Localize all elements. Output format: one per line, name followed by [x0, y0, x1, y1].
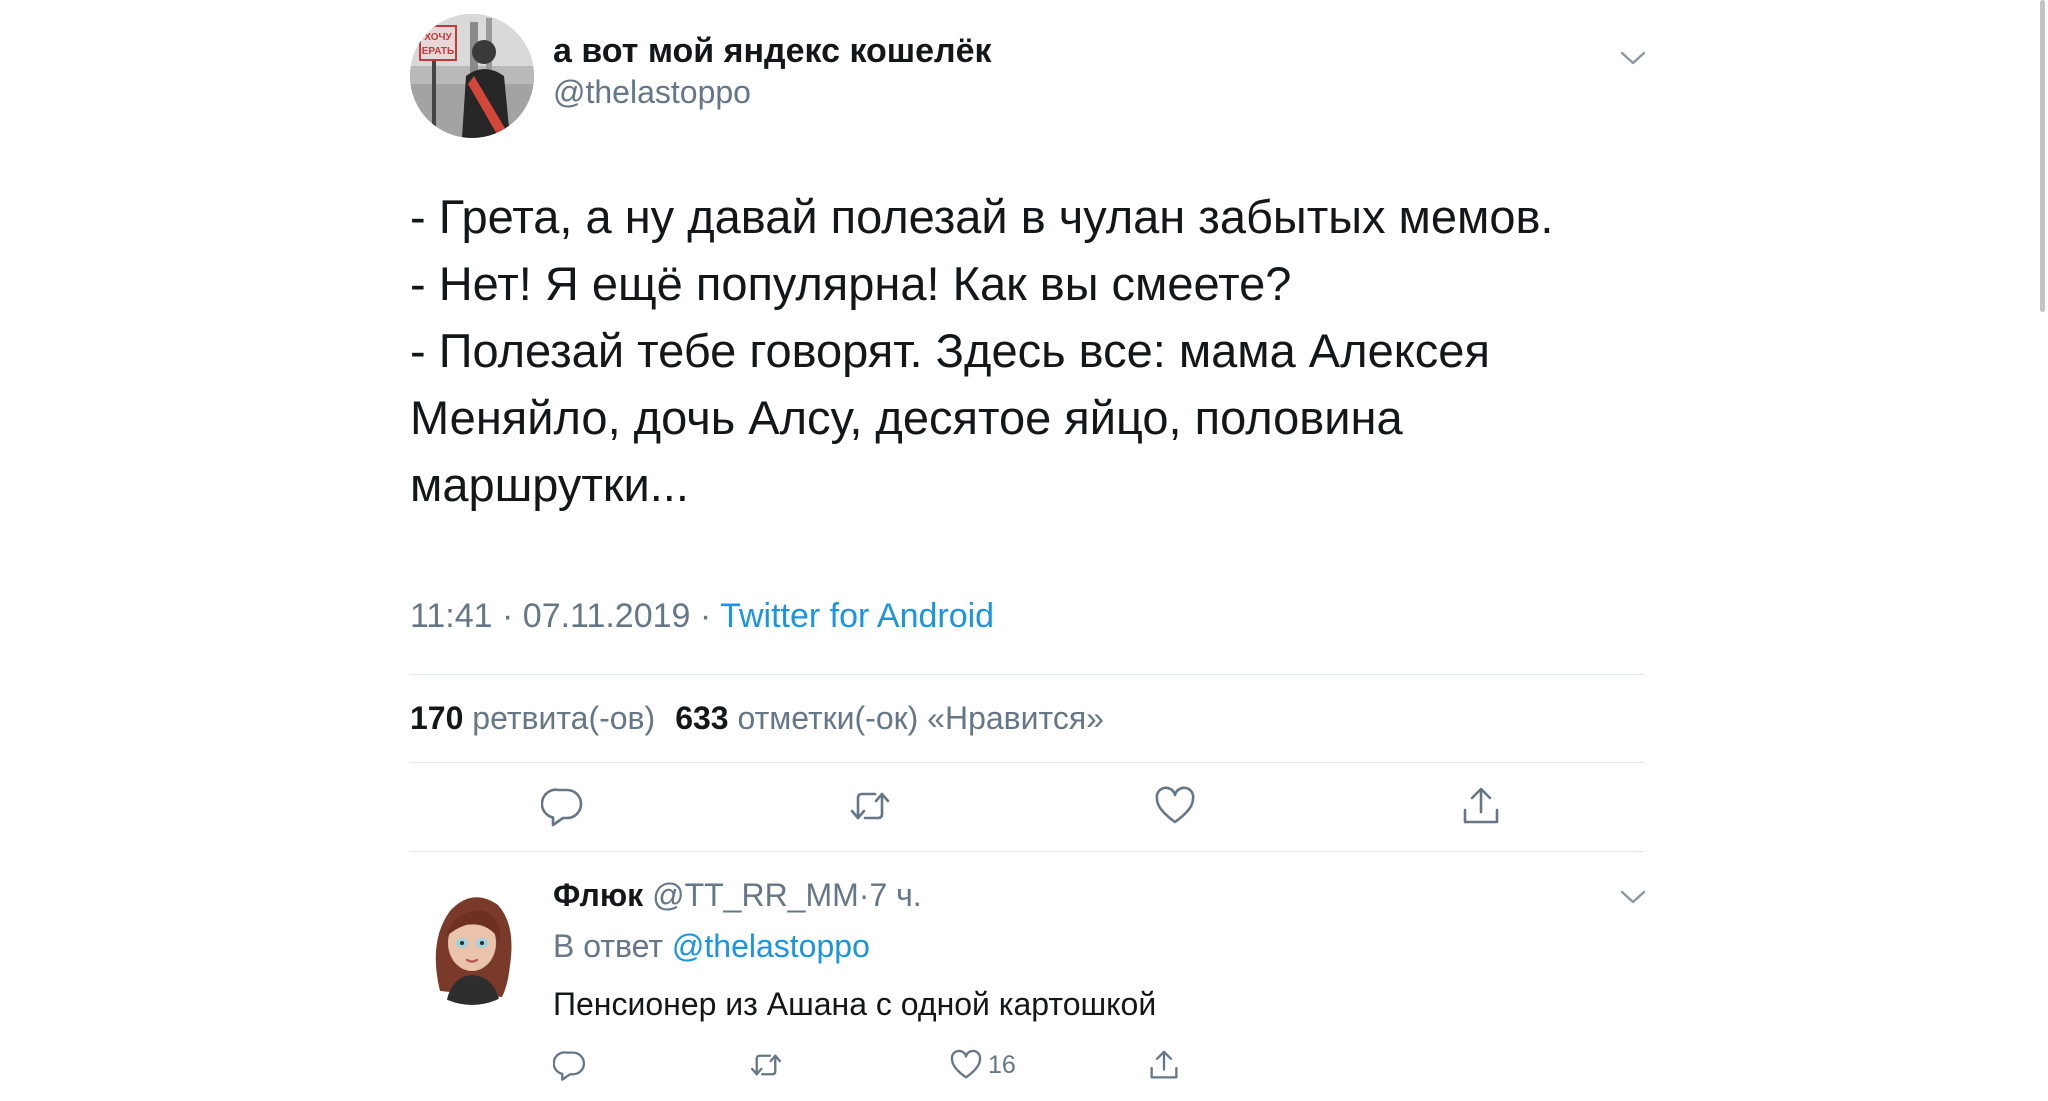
reply-to-line: В ответ @thelastoppo — [553, 928, 870, 965]
likes-stat[interactable]: 633 отметки(-ок) «Нравится» — [675, 700, 1104, 736]
like-icon[interactable] — [1153, 784, 1197, 828]
tweet-stats: 170 ретвита(-ов) 633 отметки(-ок) «Нравит… — [410, 700, 1104, 737]
reply-to-mention[interactable]: @thelastoppo — [672, 928, 870, 964]
avatar-sign-line-2: ЕРАТЬ — [422, 46, 454, 57]
reply-author-name[interactable]: Флюк — [553, 877, 643, 913]
reply-separator: · — [858, 877, 870, 913]
reply-header: Флюк @TT_RR_MM·7 ч. — [553, 877, 922, 914]
chevron-down-icon[interactable] — [1618, 887, 1648, 907]
tweet-text: - Грета, а ну давай полезай в чулан забы… — [410, 183, 1660, 518]
tweet-text-line: - Полезай тебе говорят. Здесь все: мама … — [410, 324, 1490, 377]
meta-separator: · — [502, 597, 514, 635]
chevron-down-icon[interactable] — [1618, 48, 1648, 68]
reply-icon[interactable] — [553, 1048, 587, 1082]
divider — [410, 674, 1644, 675]
retweet-icon[interactable] — [848, 784, 892, 828]
likes-count: 633 — [675, 700, 729, 736]
reply-icon[interactable] — [541, 784, 585, 828]
reply-author-avatar[interactable] — [410, 881, 534, 1005]
retweets-count: 170 — [410, 700, 464, 736]
like-icon[interactable] — [949, 1048, 983, 1082]
tweet-text-line: маршрутки... — [410, 458, 689, 511]
tweet-text-line: Меняйло, дочь Алсу, десятое яйцо, полови… — [410, 391, 1403, 444]
divider — [410, 762, 1644, 763]
retweets-label: ретвита(-ов) — [472, 700, 656, 736]
reply-author-handle[interactable]: @TT_RR_MM — [652, 877, 859, 913]
tweet-text-line: - Нет! Я ещё популярна! Как вы смеете? — [410, 257, 1292, 310]
share-icon[interactable] — [1459, 784, 1503, 828]
reply-to-label: В ответ — [553, 928, 664, 964]
author-avatar[interactable]: ХОЧУ ЕРАТЬ — [410, 14, 534, 138]
divider — [410, 851, 1644, 852]
tweet-meta: 11:41 · 07.11.2019 · Twitter for Android — [410, 597, 994, 636]
tweet-detail-page: ХОЧУ ЕРАТЬ а вот мой яндекс кошелёк @the… — [0, 0, 2048, 1101]
reply-like-count: 16 — [988, 1051, 1016, 1079]
avatar-sign-line-1: ХОЧУ — [424, 32, 452, 43]
meta-separator: · — [699, 597, 712, 635]
likes-label: отметки(-ок) «Нравится» — [737, 700, 1104, 736]
scrollbar[interactable] — [2040, 0, 2045, 312]
share-icon[interactable] — [1147, 1048, 1181, 1082]
retweet-icon[interactable] — [749, 1048, 783, 1082]
tweet-source-link[interactable]: Twitter for Android — [720, 597, 994, 635]
reply-text: Пенсионер из Ашана с одной картошкой — [553, 986, 1157, 1022]
reply-time[interactable]: 7 ч. — [869, 877, 921, 913]
tweet-text-line: - Грета, а ну давай полезай в чулан забы… — [410, 190, 1554, 243]
author-name[interactable]: а вот мой яндекс кошелёк — [553, 32, 992, 71]
tweet-date: 07.11.2019 — [522, 597, 691, 635]
tweet-time: 11:41 — [410, 597, 493, 635]
retweets-stat[interactable]: 170 ретвита(-ов) — [410, 700, 655, 736]
author-handle[interactable]: @thelastoppo — [553, 74, 751, 111]
